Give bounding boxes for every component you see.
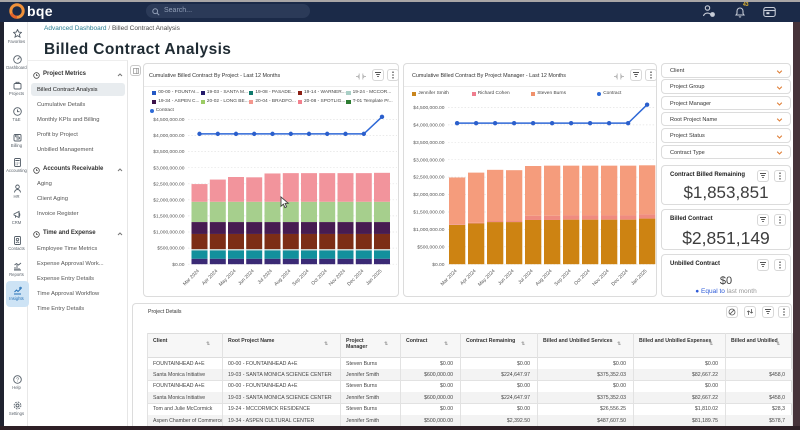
svg-text:Aug 2024: Aug 2024 xyxy=(273,268,292,287)
svg-text:$2,500,000.00: $2,500,000.00 xyxy=(413,175,445,181)
svg-text:$3,500,000.00: $3,500,000.00 xyxy=(413,140,445,146)
svg-text:Jun 2024: Jun 2024 xyxy=(237,268,256,287)
svg-text:Nov 2024: Nov 2024 xyxy=(591,268,610,287)
svg-text:$3,000,000.00: $3,000,000.00 xyxy=(413,157,445,163)
svg-text:Jan 2025: Jan 2025 xyxy=(630,268,649,287)
svg-text:$1,500,000.00: $1,500,000.00 xyxy=(153,214,185,220)
svg-text:$500,000.00: $500,000.00 xyxy=(157,246,184,252)
svg-text:Mar 2024: Mar 2024 xyxy=(440,268,459,287)
svg-text:May 2024: May 2024 xyxy=(218,268,238,288)
svg-text:$1,000,000.00: $1,000,000.00 xyxy=(413,227,445,233)
svg-text:Aug 2024: Aug 2024 xyxy=(534,268,553,287)
svg-text:Dec 2024: Dec 2024 xyxy=(610,268,629,287)
svg-text:May 2024: May 2024 xyxy=(477,268,497,288)
svg-text:Sep 2024: Sep 2024 xyxy=(553,268,572,287)
svg-text:$2,500,000.00: $2,500,000.00 xyxy=(153,181,185,187)
svg-text:$1,500,000.00: $1,500,000.00 xyxy=(413,210,445,216)
svg-text:$3,500,000.00: $3,500,000.00 xyxy=(153,149,185,155)
svg-text:Apr 2024: Apr 2024 xyxy=(459,268,477,286)
svg-text:Dec 2024: Dec 2024 xyxy=(346,268,365,287)
svg-text:$1,000,000.00: $1,000,000.00 xyxy=(153,230,185,236)
svg-text:Oct 2024: Oct 2024 xyxy=(573,268,591,286)
svg-text:$2,000,000.00: $2,000,000.00 xyxy=(413,192,445,198)
svg-text:Apr 2024: Apr 2024 xyxy=(201,268,219,286)
svg-text:Mar 2024: Mar 2024 xyxy=(182,268,201,287)
svg-text:$0.00: $0.00 xyxy=(432,262,445,268)
svg-text:$3,000,000.00: $3,000,000.00 xyxy=(153,165,185,171)
svg-text:Nov 2024: Nov 2024 xyxy=(328,268,347,287)
svg-text:$4,000,000.00: $4,000,000.00 xyxy=(413,123,445,129)
svg-text:$4,500,000.00: $4,500,000.00 xyxy=(153,117,185,123)
svg-text:$4,000,000.00: $4,000,000.00 xyxy=(153,133,185,139)
svg-text:Jun 2024: Jun 2024 xyxy=(497,268,516,287)
svg-text:Sep 2024: Sep 2024 xyxy=(291,268,310,287)
svg-text:$0.00: $0.00 xyxy=(172,262,185,268)
svg-text:Oct 2024: Oct 2024 xyxy=(310,268,328,286)
svg-text:$500,000.00: $500,000.00 xyxy=(417,244,444,250)
svg-text:Jul 2024: Jul 2024 xyxy=(517,268,535,286)
svg-text:Jan 2025: Jan 2025 xyxy=(365,268,384,287)
svg-text:Jul 2024: Jul 2024 xyxy=(257,268,275,286)
svg-text:$2,000,000.00: $2,000,000.00 xyxy=(153,197,185,203)
svg-text:$4,500,000.00: $4,500,000.00 xyxy=(413,105,445,111)
svg-text:?: ? xyxy=(16,378,19,384)
